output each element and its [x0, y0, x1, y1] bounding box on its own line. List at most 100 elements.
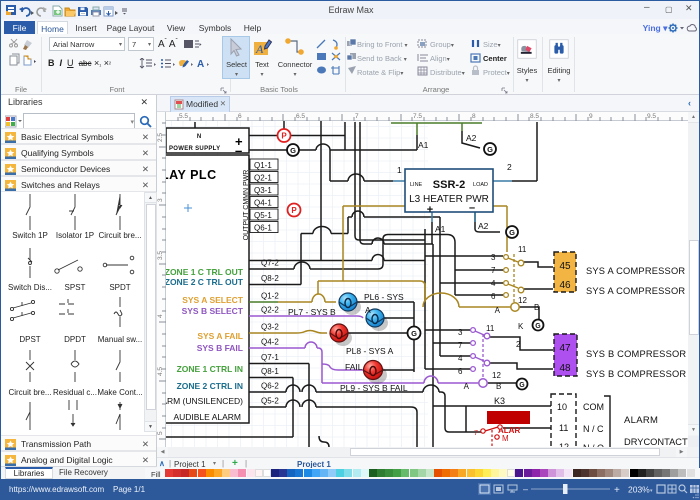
svg-text:G: G — [535, 323, 541, 330]
svg-text:G: G — [509, 228, 515, 237]
svg-text:ZONE 1 CTRL IN: ZONE 1 CTRL IN — [177, 364, 243, 374]
svg-text:A: A — [464, 382, 470, 391]
svg-text:SPDT: SPDT — [109, 283, 130, 292]
svg-text:Isolator 1P: Isolator 1P — [56, 231, 94, 240]
svg-text:4: 4 — [458, 354, 463, 363]
svg-text:Q8-1: Q8-1 — [261, 367, 279, 376]
svg-text:B: B — [534, 303, 539, 312]
svg-text:P: P — [291, 206, 297, 215]
svg-text:A: A — [365, 305, 371, 315]
svg-text:PL6 - SYS: PL6 - SYS — [364, 292, 404, 302]
svg-text:7.5: 7.5 — [413, 113, 422, 120]
svg-text:Q2-1: Q2-1 — [254, 174, 272, 183]
svg-text:4: 4 — [157, 314, 164, 318]
svg-text:Q6-2: Q6-2 — [261, 382, 279, 391]
svg-text:3: 3 — [491, 253, 496, 262]
svg-text:G: G — [411, 329, 417, 338]
svg-text:A2: A2 — [478, 221, 489, 231]
svg-text:Q2-2: Q2-2 — [261, 306, 279, 315]
svg-text:8: 8 — [472, 113, 476, 120]
svg-text:SYS B COMPRESSOR L: SYS B COMPRESSOR L — [586, 349, 688, 359]
svg-text:Circuit bre...: Circuit bre... — [8, 388, 51, 397]
svg-text:ZONE 1 C TRL OUT: ZONE 1 C TRL OUT — [166, 267, 244, 277]
svg-text:5.5: 5.5 — [179, 113, 188, 120]
svg-text:12: 12 — [492, 371, 501, 380]
svg-text:ZONE 2 CTRL IN: ZONE 2 CTRL IN — [177, 381, 243, 391]
svg-text:7: 7 — [355, 113, 359, 120]
svg-text:A: A — [255, 42, 264, 56]
svg-text:A2: A2 — [466, 133, 477, 143]
svg-text:48: 48 — [559, 363, 571, 374]
svg-text:L3 HEATER PWR: L3 HEATER PWR — [409, 194, 489, 205]
svg-text:Q4-1: Q4-1 — [254, 199, 272, 208]
svg-text:M: M — [502, 434, 509, 443]
svg-text:DPST: DPST — [19, 335, 40, 344]
svg-text:Make Cont...: Make Cont... — [97, 388, 142, 397]
svg-text:▾: ▾ — [650, 488, 653, 494]
svg-text:6: 6 — [458, 367, 463, 376]
svg-text:Q1-2: Q1-2 — [261, 292, 279, 301]
svg-text:SYS A COMPRESSOR L: SYS A COMPRESSOR L — [586, 266, 688, 276]
svg-text:6.5: 6.5 — [296, 113, 305, 120]
svg-text:Q3-1: Q3-1 — [254, 186, 272, 195]
svg-text:SYS B COMPRESSOR L: SYS B COMPRESSOR L — [586, 369, 688, 379]
svg-text:6: 6 — [238, 113, 242, 120]
svg-text:Manual sw...: Manual sw... — [98, 335, 142, 344]
svg-text:11: 11 — [559, 423, 568, 433]
svg-text:SYS A SELECT: SYS A SELECT — [182, 295, 244, 305]
svg-text:B: B — [496, 382, 501, 391]
svg-text:47: 47 — [559, 343, 571, 354]
svg-text:4.5: 4.5 — [157, 367, 164, 376]
svg-text:SPST: SPST — [65, 283, 86, 292]
svg-text:9.5: 9.5 — [647, 113, 656, 120]
svg-text:–: – — [235, 143, 242, 158]
svg-text:POWER SUPPLY: POWER SUPPLY — [169, 146, 220, 152]
svg-text:Circuit bre...: Circuit bre... — [98, 231, 141, 240]
svg-text:203%: 203% — [628, 485, 650, 495]
svg-text:6: 6 — [491, 292, 496, 301]
svg-text:ALARM: ALARM — [624, 415, 658, 426]
svg-text:A: A — [495, 306, 501, 315]
svg-text:+: + — [427, 204, 433, 216]
svg-text:SYS A COMPRESSOR L: SYS A COMPRESSOR L — [586, 286, 688, 296]
svg-text:9: 9 — [589, 113, 593, 120]
svg-text:46: 46 — [559, 280, 571, 291]
svg-text:AUDIBLE ALARM: AUDIBLE ALARM — [173, 412, 241, 422]
svg-text:P: P — [281, 132, 287, 141]
svg-text:11: 11 — [486, 324, 495, 333]
svg-text:K3: K3 — [494, 396, 505, 406]
svg-text:ZONE 2 C TRL OUT: ZONE 2 C TRL OUT — [166, 277, 244, 287]
svg-text:12: 12 — [518, 296, 527, 305]
svg-text:2: 2 — [507, 162, 512, 172]
svg-text:G: G — [487, 145, 493, 154]
svg-text:10: 10 — [557, 402, 567, 412]
svg-text:PL8 - SYS A: PL8 - SYS A — [346, 346, 394, 356]
svg-text:A: A — [197, 59, 204, 70]
svg-text:Q3-2: Q3-2 — [261, 323, 279, 332]
svg-text:+: + — [614, 485, 620, 496]
svg-text:2: 2 — [516, 340, 521, 349]
svg-text:45: 45 — [559, 261, 571, 272]
svg-text:–: – — [469, 202, 475, 214]
svg-text:1: 1 — [397, 165, 402, 175]
svg-text:OUTPUT CMMN PWR: OUTPUT CMMN PWR — [243, 170, 250, 241]
svg-text:A1: A1 — [418, 140, 429, 150]
svg-text:G: G — [290, 146, 296, 155]
svg-text:A1: A1 — [435, 224, 446, 234]
svg-text:LAY PLC: LAY PLC — [166, 168, 217, 182]
svg-text:3.5: 3.5 — [157, 251, 164, 260]
svg-text:Switch Dis...: Switch Dis... — [8, 283, 52, 292]
svg-text:–: – — [523, 484, 528, 494]
svg-text:Q1-1: Q1-1 — [254, 161, 272, 170]
svg-text:Q5-1: Q5-1 — [254, 211, 272, 220]
svg-text:LOAD: LOAD — [473, 182, 488, 188]
svg-text:7: 7 — [474, 430, 478, 437]
svg-text:PL7 - SYS B: PL7 - SYS B — [288, 307, 336, 317]
svg-text:SYS B FAIL: SYS B FAIL — [197, 343, 243, 353]
svg-text:Q4-2: Q4-2 — [261, 338, 279, 347]
svg-text:2.5: 2.5 — [157, 133, 164, 142]
svg-text:3: 3 — [157, 198, 164, 202]
svg-text:LINE: LINE — [410, 182, 423, 188]
svg-text:Q5-2: Q5-2 — [261, 397, 279, 406]
svg-text:8.5: 8.5 — [530, 113, 539, 120]
